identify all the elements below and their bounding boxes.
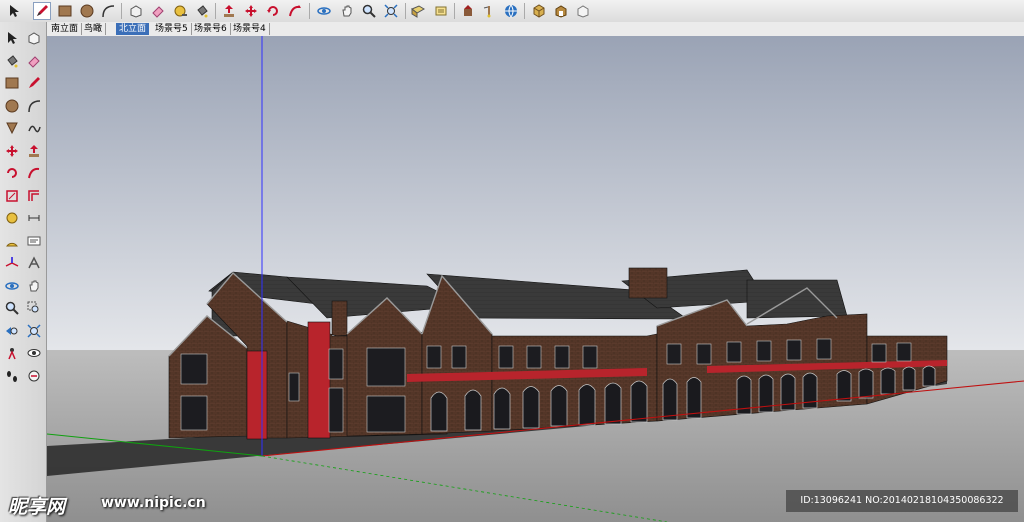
separator <box>215 3 216 19</box>
separator <box>121 3 122 19</box>
share-model-icon[interactable] <box>530 2 548 20</box>
walk-icon[interactable] <box>480 2 498 20</box>
separator <box>454 3 455 19</box>
tab-scene-5[interactable]: 场景号5 <box>152 23 192 35</box>
rectangle-icon[interactable] <box>3 74 21 92</box>
main-toolbar <box>0 0 1024 23</box>
freehand-icon[interactable] <box>25 119 43 137</box>
orbit-icon[interactable] <box>315 2 333 20</box>
follow-me-icon[interactable] <box>25 164 43 182</box>
section-plane-icon[interactable] <box>25 367 43 385</box>
circle-icon[interactable] <box>3 97 21 115</box>
walk-icon[interactable] <box>3 367 21 385</box>
scene-tabs: 南立面 鸟瞰 北立面 场景号5 场景号6 场景号4 <box>46 22 1024 36</box>
protractor-icon[interactable] <box>3 232 21 250</box>
offset-icon[interactable] <box>25 187 43 205</box>
tab-north-elevation[interactable]: 北立面 <box>116 23 150 35</box>
rectangle-icon[interactable] <box>56 2 74 20</box>
zoom-window-icon[interactable] <box>25 299 43 317</box>
tab-aerial[interactable]: 鸟瞰 <box>81 23 107 35</box>
3d-text-icon[interactable] <box>25 254 43 272</box>
pencil-icon[interactable] <box>33 2 51 20</box>
dimension-icon[interactable] <box>25 209 43 227</box>
paint-bucket-icon[interactable] <box>193 2 211 20</box>
tape-measure-icon[interactable] <box>171 2 189 20</box>
pencil-icon[interactable] <box>25 74 43 92</box>
tab-scene-6[interactable]: 场景号6 <box>191 23 231 35</box>
rotate-icon[interactable] <box>3 164 21 182</box>
separator <box>309 3 310 19</box>
scene-canvas <box>47 36 1024 522</box>
section-plane-icon[interactable] <box>432 2 450 20</box>
zoom-extents-icon[interactable] <box>382 2 400 20</box>
look-around-icon[interactable] <box>25 344 43 362</box>
follow-me-icon[interactable] <box>286 2 304 20</box>
pan-icon[interactable] <box>25 277 43 295</box>
chimney <box>628 267 668 299</box>
push-pull-icon[interactable] <box>25 142 43 160</box>
get-models-icon[interactable] <box>502 2 520 20</box>
component-options-icon[interactable] <box>574 2 592 20</box>
large-tool-set <box>0 22 47 522</box>
separator <box>524 3 525 19</box>
arc-icon[interactable] <box>25 97 43 115</box>
rotate-icon[interactable] <box>264 2 282 20</box>
arc-icon[interactable] <box>99 2 117 20</box>
watermark-site-name: 昵享网 <box>8 496 66 518</box>
position-camera-icon[interactable] <box>459 2 477 20</box>
zoom-icon[interactable] <box>3 299 21 317</box>
push-pull-icon[interactable] <box>220 2 238 20</box>
eraser-icon[interactable] <box>25 52 43 70</box>
position-camera-icon[interactable] <box>3 344 21 362</box>
warehouse-icon[interactable] <box>552 2 570 20</box>
tape-measure-icon[interactable] <box>3 209 21 227</box>
orbit-icon[interactable] <box>3 277 21 295</box>
zoom-icon[interactable] <box>360 2 378 20</box>
circle-icon[interactable] <box>78 2 96 20</box>
make-component-icon[interactable] <box>127 2 145 20</box>
watermark: 昵享网 www.nipic.cn <box>0 490 260 518</box>
paint-bucket-icon[interactable] <box>3 52 21 70</box>
select-icon[interactable] <box>3 29 21 47</box>
image-id-label: ID:13096241 NO:20140218104350086322 <box>786 490 1018 512</box>
select-icon[interactable] <box>5 2 23 20</box>
watermark-url: www.nipic.cn <box>101 495 206 511</box>
separator <box>405 3 406 19</box>
scale-icon[interactable] <box>3 187 21 205</box>
pan-icon[interactable] <box>338 2 356 20</box>
move-icon[interactable] <box>3 142 21 160</box>
axes-icon[interactable] <box>3 254 21 272</box>
model-viewport[interactable] <box>47 36 1024 522</box>
tab-scene-4[interactable]: 场景号4 <box>230 23 270 35</box>
move-icon[interactable] <box>242 2 260 20</box>
top-view-icon[interactable] <box>409 2 427 20</box>
component-icon[interactable] <box>25 29 43 47</box>
eraser-icon[interactable] <box>149 2 167 20</box>
polygon-icon[interactable] <box>3 119 21 137</box>
tab-south-elevation[interactable]: 南立面 <box>48 23 83 35</box>
previous-view-icon[interactable] <box>3 322 21 340</box>
zoom-extents-icon[interactable] <box>25 322 43 340</box>
text-icon[interactable] <box>25 232 43 250</box>
